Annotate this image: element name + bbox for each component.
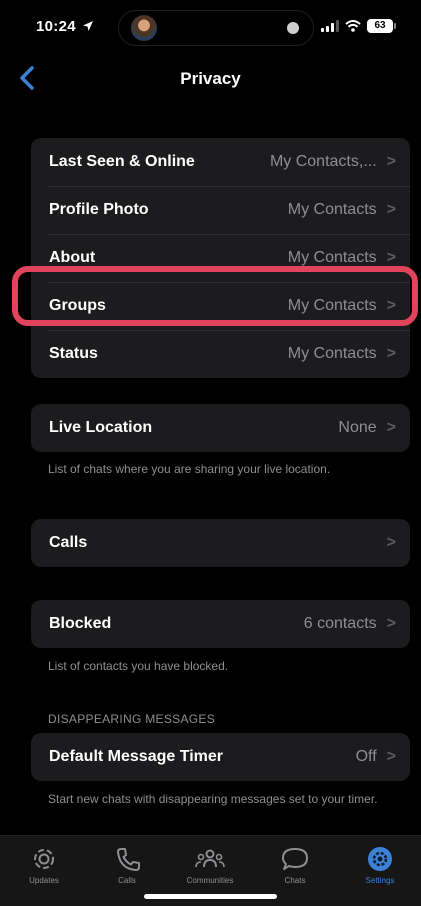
live-location-row[interactable]: Live Location None > [31,404,410,452]
status-row[interactable]: Status My Contacts > [31,330,410,378]
chat-bubble-icon [282,848,308,870]
blocked-group: Blocked 6 contacts > [31,600,410,648]
row-value: My Contacts [287,345,377,362]
chevron-right-icon: > [386,345,396,362]
tab-settings[interactable]: Settings [340,846,420,885]
tab-communities[interactable]: Communities [170,846,250,885]
row-label: Live Location [49,419,153,436]
highlight-box [12,266,418,326]
tab-label: Chats [284,876,306,885]
row-value: My Contacts [287,201,377,218]
chevron-right-icon: > [386,249,396,266]
status-time: 10:24 [36,18,76,35]
page-title: Privacy [180,69,241,88]
communities-icon [195,849,225,868]
row-value: My Contacts,... [269,153,377,170]
row-label: Status [49,345,98,362]
tab-chats[interactable]: Chats [255,846,335,885]
disappearing-footnote: Start new chats with disappearing messag… [48,792,378,806]
live-location-footnote: List of chats where you are sharing your… [48,462,331,476]
row-label: Last Seen & Online [49,153,195,170]
default-message-timer-row[interactable]: Default Message Timer Off > [31,733,410,781]
row-value: 6 contacts [303,615,377,632]
blocked-row[interactable]: Blocked 6 contacts > [31,600,410,648]
chevron-right-icon: > [386,748,396,765]
chevron-right-icon: > [386,419,396,436]
last-seen-online-row[interactable]: Last Seen & Online My Contacts,... > [31,138,410,186]
tab-label: Updates [29,876,59,885]
tab-calls[interactable]: Calls [87,846,167,885]
blocked-footnote: List of contacts you have blocked. [48,659,229,673]
row-value: None [338,419,377,436]
tab-label: Communities [186,876,234,885]
disappearing-group: Default Message Timer Off > [31,733,410,781]
home-indicator[interactable] [144,894,277,899]
cellular-signal-icon [321,20,339,32]
profile-photo-row[interactable]: Profile Photo My Contacts > [31,186,410,234]
dynamic-island [118,10,314,46]
section-header-disappearing: DISAPPEARING MESSAGES [48,712,216,726]
row-label: Profile Photo [49,201,149,218]
phone-icon [117,848,140,871]
row-label: Calls [49,534,88,551]
recording-dot-icon [287,22,299,34]
tab-label: Settings [365,876,395,885]
row-value: Off [355,748,377,765]
calls-group: Calls > [31,519,410,567]
calls-row[interactable]: Calls > [31,519,410,567]
chevron-right-icon: > [386,615,396,632]
navigation-bar: Privacy [0,56,421,100]
wifi-icon [345,20,361,32]
row-value: My Contacts [287,249,377,266]
chevron-right-icon: > [386,201,396,218]
tab-label: Calls [118,876,136,885]
privacy-visibility-group: Last Seen & Online My Contacts,... > Pro… [31,138,410,378]
gear-icon [368,847,392,871]
row-label: Blocked [49,615,112,632]
chevron-right-icon: > [386,153,396,170]
updates-icon [34,849,54,869]
status-indicators: 63 [321,19,396,33]
status-bar: 10:24 63 [0,0,421,54]
location-arrow-icon [83,21,93,31]
chevron-right-icon: > [386,534,396,551]
avatar [131,15,157,41]
live-location-group: Live Location None > [31,404,410,452]
tab-updates[interactable]: Updates [4,846,84,885]
row-label: About [49,249,96,266]
battery-icon: 63 [367,19,396,33]
row-label: Default Message Timer [49,748,223,765]
